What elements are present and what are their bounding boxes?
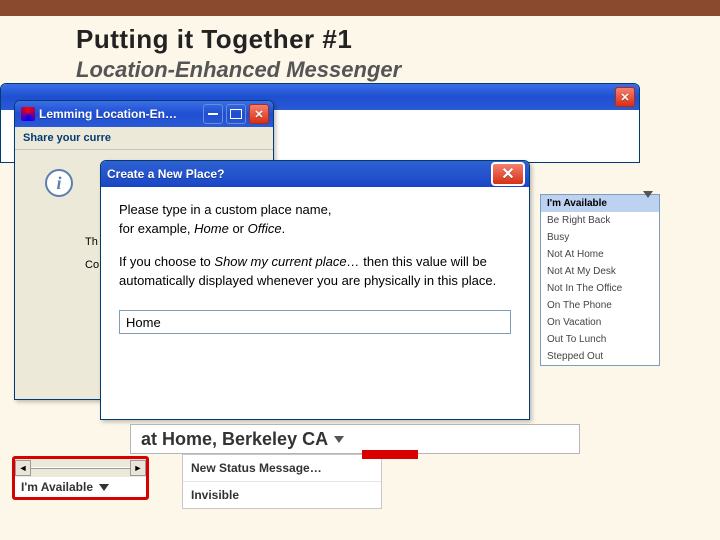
status-extra-list: New Status Message… Invisible [182, 454, 382, 509]
place-name-input[interactable] [119, 310, 511, 334]
scrollbar[interactable]: ◄ ► [15, 459, 146, 477]
slide-subtitle: Location-Enhanced Messenger [0, 55, 720, 83]
location-dropdown[interactable]: at Home, Berkeley CA [130, 424, 580, 454]
status-picker-selected[interactable]: I'm Available [15, 477, 146, 497]
scroll-left-icon[interactable]: ◄ [15, 460, 31, 476]
example-home: Home [194, 221, 229, 236]
java-icon [21, 107, 35, 121]
location-label: at Home, Berkeley CA [141, 429, 328, 450]
instruction-line-2: If you choose to Show my current place… … [119, 253, 511, 291]
menu-label: Share your curre [23, 132, 111, 144]
status-dropdown-list: I'm Available Be Right Back Busy Not At … [540, 194, 660, 366]
create-place-dialog: Create a New Place? ✕ Please type in a c… [100, 160, 530, 420]
chevron-down-icon [334, 436, 344, 443]
info-icon: i [45, 169, 73, 197]
status-option-not-home[interactable]: Not At Home [541, 246, 659, 263]
status-option-vacation[interactable]: On Vacation [541, 314, 659, 331]
scroll-right-icon[interactable]: ► [130, 460, 146, 476]
lemming-menu[interactable]: Share your curre [15, 127, 273, 150]
status-option-lunch[interactable]: Out To Lunch [541, 331, 659, 348]
text: If you choose to [119, 254, 214, 269]
create-place-body: Please type in a custom place name, for … [101, 187, 529, 348]
scroll-track[interactable] [31, 467, 130, 469]
close-icon[interactable]: ✕ [249, 104, 269, 124]
lemming-title: Lemming Location-En… [39, 107, 200, 121]
maximize-icon[interactable] [226, 104, 246, 124]
new-status-message[interactable]: New Status Message… [183, 455, 381, 481]
status-picker-label: I'm Available [21, 480, 93, 494]
status-option-busy[interactable]: Busy [541, 229, 659, 246]
chevron-down-icon [99, 484, 109, 491]
text: Please type in a custom place name, [119, 202, 331, 217]
status-picker[interactable]: ◄ ► I'm Available [12, 456, 149, 500]
chevron-down-icon [637, 198, 653, 209]
show-place-em: Show my current place… [214, 254, 359, 269]
lemming-titlebar[interactable]: Lemming Location-En… ✕ [15, 101, 273, 127]
text: or [229, 221, 248, 236]
minimize-icon[interactable] [203, 104, 223, 124]
highlight-bar [362, 450, 418, 459]
status-option-brb[interactable]: Be Right Back [541, 212, 659, 229]
close-icon[interactable]: ✕ [491, 162, 525, 186]
slide-title: Putting it Together #1 [0, 16, 720, 55]
invisible-option[interactable]: Invisible [183, 481, 381, 508]
status-option-stepped[interactable]: Stepped Out [541, 348, 659, 365]
text: . [282, 221, 286, 236]
text: for example, [119, 221, 194, 236]
instruction-line-1: Please type in a custom place name, for … [119, 201, 511, 239]
status-option-label: I'm Available [547, 198, 607, 209]
status-option-not-desk[interactable]: Not At My Desk [541, 263, 659, 280]
status-option-available[interactable]: I'm Available [541, 195, 659, 212]
create-place-titlebar[interactable]: Create a New Place? ✕ [101, 161, 529, 187]
example-office: Office [248, 221, 282, 236]
status-option-not-office[interactable]: Not In The Office [541, 280, 659, 297]
slide-top-stripe [0, 0, 720, 16]
close-icon[interactable]: ✕ [615, 87, 635, 107]
status-option-phone[interactable]: On The Phone [541, 297, 659, 314]
create-place-title: Create a New Place? [107, 167, 491, 181]
